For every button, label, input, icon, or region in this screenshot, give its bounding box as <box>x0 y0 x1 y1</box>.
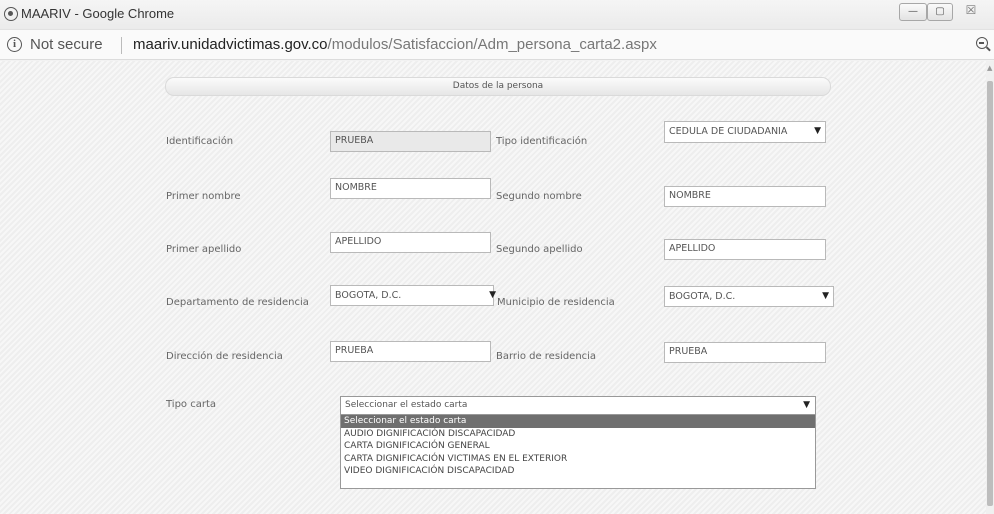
primer-nombre-field[interactable]: NOMBRE <box>330 178 491 199</box>
municipio-label: Municipio de residencia <box>497 297 615 308</box>
departamento-select[interactable]: BOGOTA, D.C. ▼ <box>330 285 496 306</box>
minimize-button[interactable]: — <box>899 3 927 21</box>
maximize-button[interactable]: ▢ <box>927 3 953 21</box>
chevron-down-icon: ▼ <box>814 126 821 136</box>
departamento-value: BOGOTA, D.C. <box>335 290 402 301</box>
direccion-label: Dirección de residencia <box>166 351 283 362</box>
address-separator <box>121 37 122 54</box>
url-path: /modulos/Satisfaccion/Adm_persona_carta2… <box>327 36 657 53</box>
primer-apellido-label: Primer apellido <box>166 244 242 255</box>
scroll-up-arrow-icon[interactable]: ▲ <box>987 64 992 72</box>
window-titlebar: MAARIV - Google Chrome — ▢ ☒ <box>0 0 994 30</box>
chevron-down-icon: ▼ <box>822 291 829 301</box>
tipo-carta-select[interactable]: Seleccionar el estado carta ▼ <box>340 396 816 415</box>
municipio-select[interactable]: BOGOTA, D.C. ▼ <box>664 286 834 307</box>
info-icon[interactable]: i <box>7 37 22 52</box>
identificacion-label: Identificación <box>166 136 234 147</box>
segundo-nombre-field[interactable]: NOMBRE <box>664 186 826 207</box>
url-text[interactable]: maariv.unidadvictimas.gov.co/modulos/Sat… <box>133 36 657 53</box>
departamento-label: Departamento de residencia <box>166 297 309 308</box>
identificacion-field: PRUEBA <box>330 131 491 152</box>
close-button[interactable]: ☒ <box>958 3 984 21</box>
chevron-down-icon: ▼ <box>803 400 810 410</box>
dropdown-option[interactable]: CARTA DIGNIFICACIÓN VICTIMAS EN EL EXTER… <box>341 453 815 466</box>
primer-nombre-label: Primer nombre <box>166 191 241 202</box>
municipio-value: BOGOTA, D.C. <box>669 291 736 302</box>
dropdown-option[interactable]: Seleccionar el estado carta <box>341 415 815 428</box>
dropdown-option[interactable]: AUDIO DIGNIFICACIÓN DISCAPACIDAD <box>341 428 815 441</box>
segundo-apellido-field[interactable]: APELLIDO <box>664 239 826 260</box>
chevron-down-icon: ▼ <box>489 290 496 300</box>
tipo-carta-options-list: Seleccionar el estado carta AUDIO DIGNIF… <box>340 414 816 489</box>
url-host: maariv.unidadvictimas.gov.co <box>133 36 328 53</box>
segundo-nombre-label: Segundo nombre <box>496 191 582 202</box>
barrio-label: Barrio de residencia <box>496 351 597 362</box>
scroll-thumb[interactable] <box>987 81 993 506</box>
dropdown-option[interactable]: CARTA DIGNIFICACIÓN GENERAL <box>341 440 815 453</box>
vertical-scrollbar[interactable]: ▲ <box>986 61 994 514</box>
window-title: MAARIV - Google Chrome <box>21 6 175 21</box>
security-indicator[interactable]: Not secure <box>30 36 103 53</box>
tipo-identificacion-select[interactable]: CEDULA DE CIUDADANIA ▼ <box>664 121 826 143</box>
chrome-app-icon <box>4 7 18 21</box>
address-bar[interactable]: i Not secure maariv.unidadvictimas.gov.c… <box>0 30 994 60</box>
zoom-out-icon[interactable] <box>976 37 988 49</box>
tipo-identificacion-label: Tipo identificación <box>496 136 588 147</box>
primer-apellido-field[interactable]: APELLIDO <box>330 232 491 253</box>
tipo-carta-value: Seleccionar el estado carta <box>345 400 468 410</box>
section-header: Datos de la persona <box>165 77 831 96</box>
direccion-field[interactable]: PRUEBA <box>330 341 491 362</box>
tipo-identificacion-value: CEDULA DE CIUDADANIA <box>669 126 788 137</box>
segundo-apellido-label: Segundo apellido <box>496 244 583 255</box>
dropdown-option[interactable]: VIDEO DIGNIFICACIÓN DISCAPACIDAD <box>341 465 815 478</box>
barrio-field[interactable]: PRUEBA <box>664 342 826 363</box>
tipo-carta-label: Tipo carta <box>166 399 217 410</box>
